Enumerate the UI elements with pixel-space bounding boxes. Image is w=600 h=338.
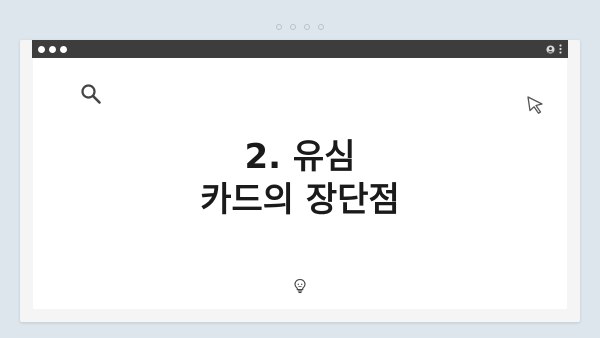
window-titlebar (32, 40, 568, 58)
page-title-line-2: 카드의 장단점 (200, 180, 400, 220)
menu-icon[interactable] (559, 44, 562, 54)
browser-window: 2. 유심 카드의 장단점 (20, 40, 580, 322)
decorative-dot (290, 24, 296, 30)
page-title-line-1: 2. 유심 (244, 137, 356, 177)
minimize-button[interactable] (49, 45, 56, 53)
close-button[interactable] (38, 45, 45, 53)
user-icon[interactable] (546, 44, 555, 54)
window-controls (38, 45, 67, 53)
page-content: 2. 유심 카드의 장단점 (33, 58, 567, 309)
cursor-icon (526, 95, 546, 119)
lightbulb-icon (293, 278, 307, 298)
decorative-dot (304, 24, 310, 30)
decorative-dot (318, 24, 324, 30)
decorative-dots (0, 24, 600, 30)
maximize-button[interactable] (60, 45, 67, 53)
search-icon[interactable] (80, 83, 102, 109)
decorative-dot (276, 24, 282, 30)
page-title: 2. 유심 카드의 장단점 (33, 136, 567, 222)
titlebar-actions (546, 44, 562, 54)
